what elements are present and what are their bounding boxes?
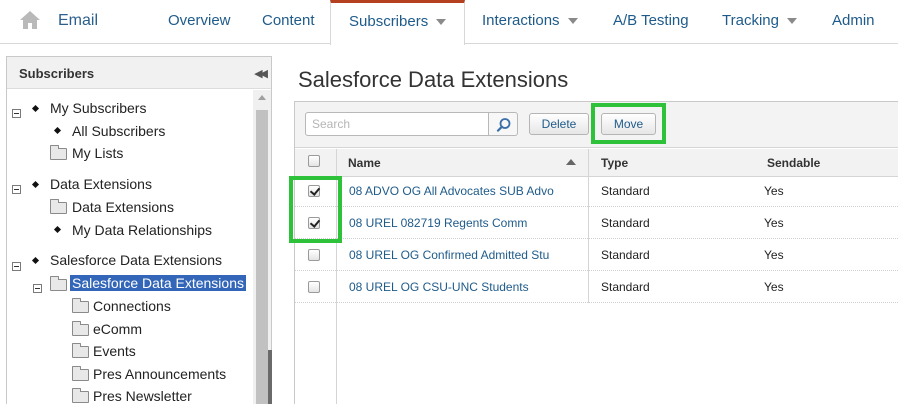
nav-ab-testing-label: A/B Testing	[613, 12, 689, 29]
search-input[interactable]	[305, 112, 489, 136]
home-icon[interactable]	[19, 9, 41, 31]
folder-icon	[72, 343, 89, 358]
folder-icon	[50, 276, 67, 291]
app-title[interactable]: Email	[58, 12, 98, 30]
sidebar-header: Subscribers ◀◀	[7, 57, 271, 89]
tree-item-pres-announcements[interactable]: Pres Announcements	[93, 364, 226, 384]
row-name[interactable]: 08 UREL 082719 Regents Comm	[349, 207, 589, 239]
tree-item-my-data-relationships[interactable]: My Data Relationships	[72, 220, 212, 240]
collapse-toggle[interactable]	[33, 284, 42, 293]
selected-label: Salesforce Data Extensions	[70, 275, 246, 291]
column-header-name[interactable]: Name	[348, 149, 381, 177]
search-icon	[496, 118, 511, 132]
nav-interactions[interactable]: Interactions	[482, 0, 578, 44]
nav-admin-label: Admin	[832, 12, 875, 29]
top-navigation: Email Overview Content Subscribers Inter…	[0, 0, 898, 45]
tree-item-my-lists[interactable]: My Lists	[72, 143, 123, 163]
nav-overview-label: Overview	[168, 12, 231, 29]
folder-icon	[72, 298, 89, 313]
column-header-type[interactable]: Type	[601, 149, 628, 177]
search-button[interactable]	[488, 112, 518, 136]
chevron-down-icon	[786, 18, 797, 25]
double-chevron-left-icon[interactable]: ◀◀	[254, 67, 268, 80]
row-checkbox[interactable]	[308, 281, 320, 293]
nav-interactions-label: Interactions	[482, 12, 560, 29]
row-type: Standard	[601, 184, 650, 198]
collapse-toggle[interactable]	[12, 185, 21, 194]
chevron-down-icon	[567, 18, 578, 25]
table-row[interactable]: 08 UREL OG Confirmed Admitted Stu Standa…	[295, 239, 898, 271]
folder-icon	[72, 321, 89, 336]
folder-icon	[50, 145, 67, 160]
collapse-toggle[interactable]	[12, 109, 21, 118]
select-all-checkbox[interactable]	[308, 155, 320, 167]
nav-content[interactable]: Content	[262, 0, 315, 44]
page-title: Salesforce Data Extensions	[298, 67, 569, 92]
tree-item-all-subscribers[interactable]: All Subscribers	[72, 121, 165, 141]
column-header-sendable[interactable]: Sendable	[767, 149, 820, 177]
row-sendable: Yes	[764, 184, 784, 198]
tree-item-data-extensions-folder[interactable]: Data Extensions	[72, 197, 174, 217]
scrollbar-thumb[interactable]	[256, 110, 268, 404]
table-row[interactable]: 08 ADVO OG All Advocates SUB Advo Standa…	[295, 175, 898, 207]
nav-tracking-label: Tracking	[722, 12, 779, 29]
tree-item-salesforce-data-extensions[interactable]: Salesforce Data Extensions	[50, 250, 222, 270]
nav-ab-testing[interactable]: A/B Testing	[613, 0, 689, 44]
nav-overview[interactable]: Overview	[168, 0, 231, 44]
tree-item-events[interactable]: Events	[93, 341, 136, 361]
table-row[interactable]: 08 UREL OG CSU-UNC Students Standard Yes	[295, 271, 898, 303]
tree-item-my-subscribers[interactable]: My Subscribers	[50, 98, 146, 118]
nav-content-label: Content	[262, 12, 315, 29]
tree-item-salesforce-data-extensions-folder[interactable]: Salesforce Data Extensions	[70, 274, 246, 293]
row-type: Standard	[601, 280, 650, 294]
sidebar-title: Subscribers	[19, 66, 95, 81]
folder-icon	[72, 366, 89, 381]
row-sendable: Yes	[764, 216, 784, 230]
row-checkbox[interactable]	[308, 249, 320, 261]
move-button-highlight	[591, 103, 666, 144]
row-name[interactable]: 08 ADVO OG All Advocates SUB Advo	[349, 175, 589, 207]
row-name[interactable]: 08 UREL OG Confirmed Admitted Stu	[349, 239, 589, 271]
row-sendable: Yes	[764, 248, 784, 262]
sort-ascending-icon[interactable]	[566, 159, 576, 165]
scrollbar-edge	[268, 350, 272, 404]
row-type: Standard	[601, 216, 650, 230]
folder-icon	[72, 388, 89, 403]
delete-button[interactable]: Delete	[529, 113, 589, 135]
chevron-down-icon	[436, 19, 447, 26]
row-type: Standard	[601, 248, 650, 262]
tree-item-data-extensions[interactable]: Data Extensions	[50, 174, 152, 194]
scroll-up-icon[interactable]	[258, 95, 266, 100]
tree-item-ecomm[interactable]: eComm	[93, 319, 142, 339]
nav-subscribers-label: Subscribers	[349, 13, 429, 30]
table-row[interactable]: 08 UREL 082719 Regents Comm Standard Yes	[295, 207, 898, 239]
folder-icon	[50, 199, 67, 214]
checkbox-highlight	[289, 176, 342, 243]
tree-item-connections[interactable]: Connections	[93, 296, 171, 316]
row-sendable: Yes	[764, 280, 784, 294]
collapse-toggle[interactable]	[12, 262, 21, 271]
row-name[interactable]: 08 UREL OG CSU-UNC Students	[349, 271, 589, 303]
nav-subscribers[interactable]: Subscribers	[330, 0, 465, 45]
tree-item-pres-newsletter[interactable]: Pres Newsletter	[93, 386, 192, 406]
nav-admin[interactable]: Admin	[832, 0, 875, 44]
nav-tracking[interactable]: Tracking	[722, 0, 797, 44]
